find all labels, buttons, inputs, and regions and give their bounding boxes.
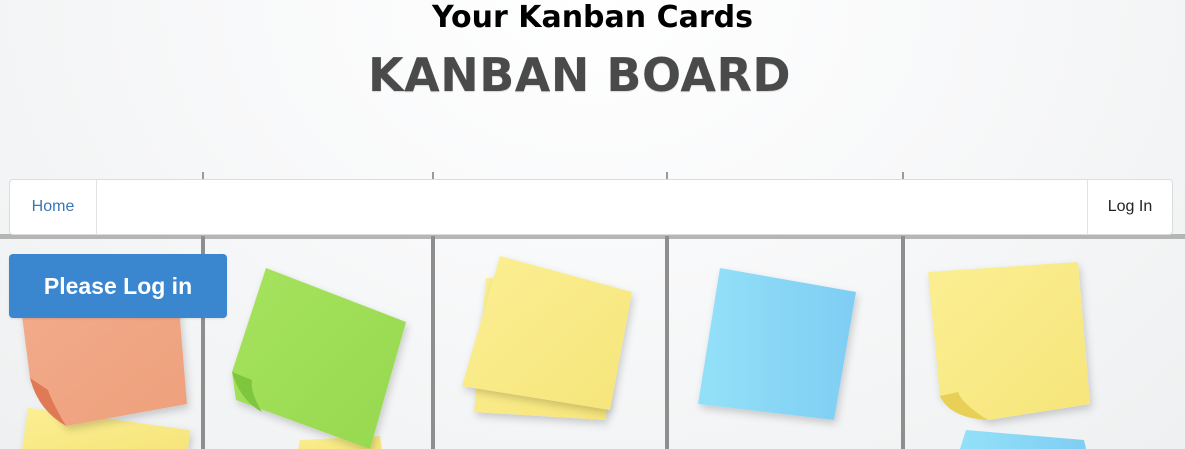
sticky-note-yellow-col5 xyxy=(928,262,1090,420)
page-title: Your Kanban Cards xyxy=(432,0,753,35)
nav-login-link[interactable]: Log In xyxy=(1087,180,1172,234)
nav-home-link[interactable]: Home xyxy=(10,180,97,234)
please-login-button[interactable]: Please Log in xyxy=(9,254,227,318)
sticky-note-blue xyxy=(698,268,856,420)
sticky-note-yellow-stack xyxy=(462,256,632,420)
navbar: Home Log In xyxy=(9,179,1173,235)
navbar-spacer xyxy=(97,180,1087,234)
sticky-note-blue-col5 xyxy=(960,430,1086,449)
sticky-note-green xyxy=(232,268,406,449)
board-title: KANBAN BOARD xyxy=(368,48,792,102)
